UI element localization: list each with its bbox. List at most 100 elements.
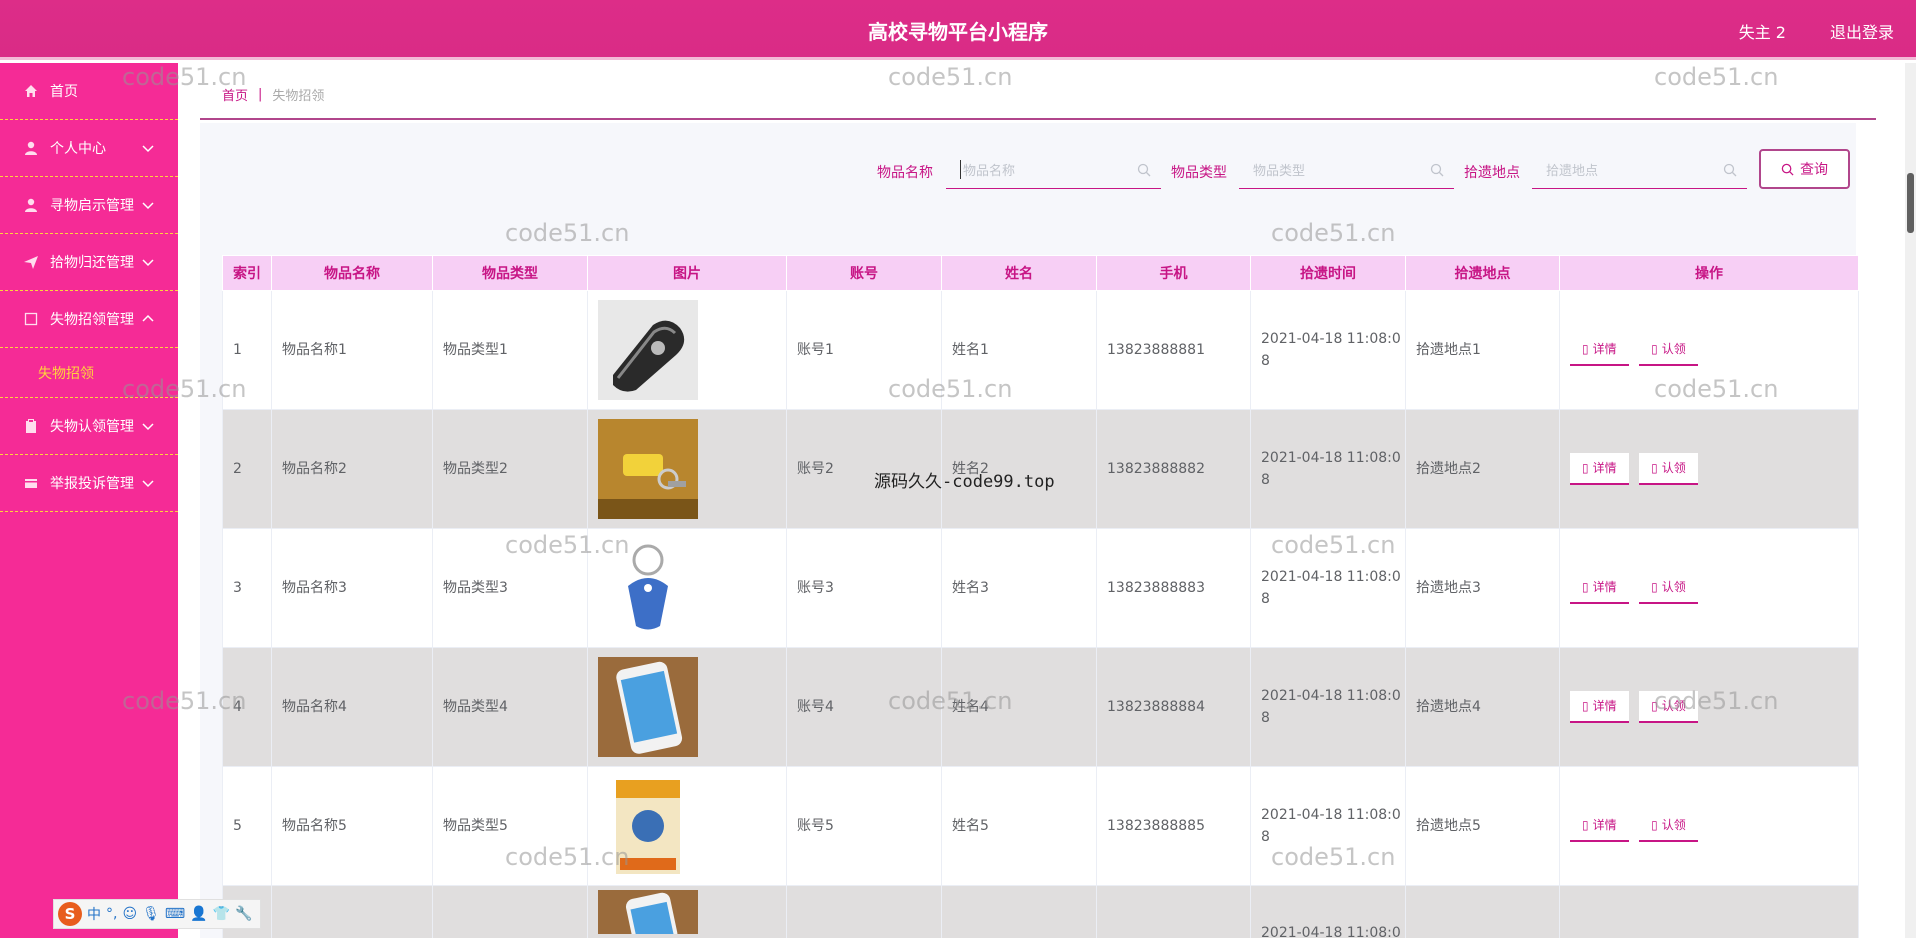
- breadcrumb-home[interactable]: 首页: [222, 85, 248, 104]
- cell-place: [1405, 885, 1560, 938]
- home-icon: [22, 82, 40, 100]
- search-icon: [1137, 163, 1151, 177]
- chevron-down-icon: [142, 259, 154, 267]
- detail-button[interactable]: ▯ 详情: [1570, 572, 1629, 604]
- main-content: 首页 | 失物招领 物品名称 物品名称 物品类型 物品类型 拾遗地点 拾遗地点 …: [178, 63, 1916, 938]
- cell-type: [432, 885, 588, 938]
- column-header: 物品类型: [432, 255, 588, 291]
- cell-person: 姓名5: [941, 766, 1097, 886]
- document-icon: ▯: [1651, 342, 1658, 356]
- detail-button[interactable]: ▯ 详情: [1570, 691, 1629, 723]
- user-icon: [22, 139, 40, 157]
- breadcrumb: 首页 | 失物招领: [222, 85, 324, 104]
- sidebar-item-label: 寻物启示管理: [50, 198, 134, 214]
- punctuation-icon[interactable]: °,: [106, 906, 117, 922]
- logout-link[interactable]: 退出登录: [1830, 19, 1894, 43]
- document-icon: ▯: [1651, 699, 1658, 713]
- detail-button[interactable]: ▯ 详情: [1570, 810, 1629, 842]
- claim-button[interactable]: ▯ 认领: [1639, 691, 1698, 723]
- cell-name: 物品名称4: [271, 647, 433, 767]
- sidebar: 首页 个人中心 寻物启示管理 拾物归还管理 失物招领管理 失物招领 失物认领管理: [0, 63, 178, 938]
- cell-image: [587, 290, 787, 410]
- cell-place: 拾遗地点5: [1405, 766, 1560, 886]
- column-header: 图片: [587, 255, 787, 291]
- cell-time: 2021-04-18 11:08:0 8: [1250, 409, 1406, 529]
- square-icon: [22, 310, 40, 328]
- send-icon: [22, 253, 40, 271]
- chevron-down-icon: [142, 145, 154, 153]
- cell-account: 账号4: [786, 647, 942, 767]
- lost-found-table: 索引 物品名称 物品类型 图片 账号 姓名 手机 拾遗时间 拾遗地点 操作 1 …: [222, 255, 1859, 938]
- table-header-row: 索引 物品名称 物品类型 图片 账号 姓名 手机 拾遗时间 拾遗地点 操作: [222, 255, 1859, 291]
- breadcrumb-current: 失物招领: [272, 89, 325, 104]
- sidebar-item-label: 举报投诉管理: [50, 476, 134, 492]
- card-icon: [22, 474, 40, 492]
- sidebar-item-label: 个人中心: [50, 141, 106, 157]
- scrollbar-thumb[interactable]: [1907, 173, 1914, 233]
- table-row: 2 物品名称2 物品类型2 账号2 姓名2 13823888882 2021-0…: [222, 409, 1859, 529]
- query-button[interactable]: 查询: [1759, 149, 1850, 189]
- cell-account: 账号1: [786, 290, 942, 410]
- claim-button[interactable]: ▯ 认领: [1639, 810, 1698, 842]
- cell-type: 物品类型4: [432, 647, 588, 767]
- claim-button[interactable]: ▯ 认领: [1639, 572, 1698, 604]
- top-header: 高校寻物平台小程序 失主 2 退出登录: [0, 0, 1916, 60]
- chevron-down-icon: [142, 423, 154, 431]
- cell-person: 姓名4: [941, 647, 1097, 767]
- sidebar-item-report[interactable]: 举报投诉管理: [0, 455, 178, 512]
- search-icon: [1781, 163, 1794, 176]
- column-header: 拾遗时间: [1250, 255, 1406, 291]
- emoji-icon[interactable]: ☺: [122, 906, 137, 922]
- cell-phone: 13823888885: [1096, 766, 1251, 886]
- keyboard-icon[interactable]: ⌨: [165, 906, 185, 922]
- place-search-input[interactable]: 拾遗地点: [1532, 151, 1747, 189]
- sidebar-item-personal-center[interactable]: 个人中心: [0, 120, 178, 177]
- cell-person: [941, 885, 1097, 938]
- cell-place: 拾遗地点1: [1405, 290, 1560, 410]
- claim-button[interactable]: ▯ 认领: [1639, 453, 1698, 485]
- page-scrollbar[interactable]: [1905, 63, 1916, 938]
- wrench-icon[interactable]: 🔧: [235, 906, 252, 922]
- name-label: 物品名称: [877, 165, 933, 181]
- name-search-input[interactable]: 物品名称: [946, 151, 1161, 189]
- ime-mode[interactable]: 中: [87, 904, 101, 924]
- app-title: 高校寻物平台小程序: [868, 20, 1048, 44]
- microphone-icon[interactable]: 🎙: [142, 906, 160, 922]
- claim-button[interactable]: ▯ 认领: [1639, 334, 1698, 366]
- cell-person: 姓名1: [941, 290, 1097, 410]
- cell-name: 物品名称3: [271, 528, 433, 648]
- detail-button[interactable]: ▯ 详情: [1570, 334, 1629, 366]
- sidebar-item-lost-found[interactable]: 失物招领管理: [0, 291, 178, 348]
- sidebar-subitem-lost-found[interactable]: 失物招领: [0, 348, 178, 398]
- cell-type: 物品类型1: [432, 290, 588, 410]
- table-row: 5 物品名称5 物品类型5 账号5 姓名5 13823888885 2021-0…: [222, 766, 1859, 886]
- sidebar-item-home[interactable]: 首页: [0, 63, 178, 120]
- sogou-logo-icon[interactable]: S: [58, 902, 82, 926]
- user-icon[interactable]: 👤: [190, 906, 207, 922]
- cell-name: 物品名称5: [271, 766, 433, 886]
- sidebar-item-label: 拾物归还管理: [50, 255, 134, 271]
- sidebar-item-search-notice[interactable]: 寻物启示管理: [0, 177, 178, 234]
- skin-icon[interactable]: 👕: [213, 906, 230, 922]
- sidebar-item-return[interactable]: 拾物归还管理: [0, 234, 178, 291]
- column-header: 物品名称: [271, 255, 433, 291]
- detail-button[interactable]: ▯ 详情: [1570, 453, 1629, 485]
- chevron-up-icon: [142, 314, 154, 322]
- cell-phone: 13823888881: [1096, 290, 1251, 410]
- sidebar-item-label: 失物招领管理: [50, 312, 134, 328]
- cell-name: 物品名称2: [271, 409, 433, 529]
- column-header: 手机: [1096, 255, 1251, 291]
- cell-time: 2021-04-18 11:08:0: [1250, 885, 1406, 938]
- cell-index: 5: [222, 766, 272, 886]
- type-search-input[interactable]: 物品类型: [1239, 151, 1454, 189]
- sidebar-item-claim[interactable]: 失物认领管理: [0, 398, 178, 455]
- ime-toolbar[interactable]: S 中 °, ☺ 🎙 ⌨ 👤 👕 🔧: [53, 899, 261, 929]
- current-user: 失主 2: [1738, 23, 1786, 42]
- cell-image: [587, 647, 787, 767]
- cell-index: 1: [222, 290, 272, 410]
- table-row: 1 物品名称1 物品类型1 账号1 姓名1 13823888881 2021-0…: [222, 290, 1859, 410]
- cell-type: 物品类型5: [432, 766, 588, 886]
- item-image-book: [598, 776, 698, 876]
- sidebar-item-label: 首页: [50, 84, 78, 100]
- cell-person: 姓名3: [941, 528, 1097, 648]
